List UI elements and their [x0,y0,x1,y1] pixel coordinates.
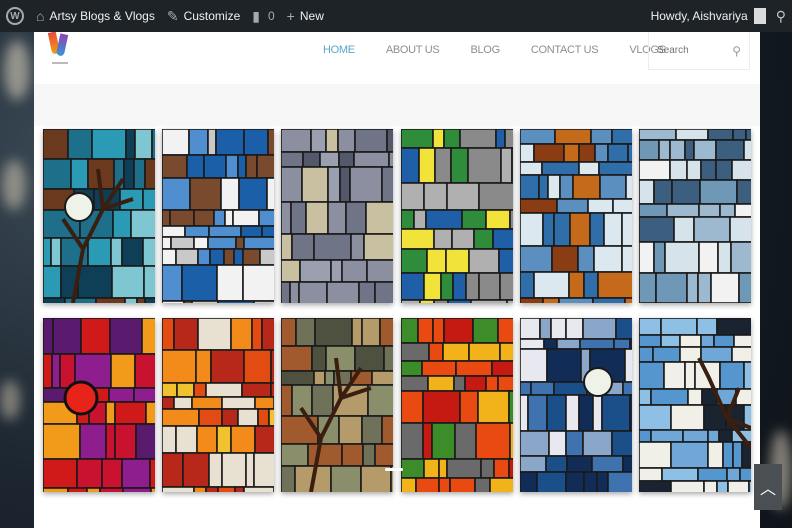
search-box: ⚲ [648,32,750,70]
site-name-label: Artsy Blogs & Vlogs [49,9,155,23]
scroll-to-top-button[interactable]: ︿ [754,464,782,510]
new-label: New [299,9,324,23]
main-nav: HOME ABOUT US BLOG CONTACT US VLOGS [323,44,697,56]
stained-glass-green-yellow-blocks[interactable] [401,129,513,303]
nav-blog[interactable]: BLOG [470,44,500,56]
wordpress-logo-icon[interactable]: W [6,7,24,25]
stained-glass-red-purple-circle[interactable] [43,318,155,492]
site-logo[interactable] [47,31,72,68]
admin-site-name[interactable]: ⌂ Artsy Blogs & Vlogs [36,0,155,32]
stained-glass-moon-tree-teal[interactable] [43,129,155,303]
wp-admin-bar: W ⌂ Artsy Blogs & Vlogs ✎ Customize ▮ 0 … [0,0,792,32]
account-greeting[interactable]: Howdy, Aishvariya [651,9,748,23]
stained-glass-olive-tree[interactable] [281,318,393,492]
admin-comments[interactable]: ▮ 0 [252,0,274,32]
nav-home[interactable]: HOME [323,44,355,56]
home-icon: ⌂ [36,8,45,24]
comments-count: 0 [267,9,275,23]
plus-icon: + [286,8,295,24]
background-bokeh [0,380,20,420]
image-gallery [43,129,751,495]
comment-icon: ▮ [252,7,260,24]
logo-tagline-mark [52,62,68,64]
stained-glass-image [281,129,393,303]
brush-icon: ✎ [166,7,179,24]
chevron-up-icon: ︿ [759,481,776,498]
stained-glass-night-moon-blue[interactable] [520,318,632,492]
stained-glass-image [520,129,632,303]
search-icon[interactable]: ⚲ [732,44,741,58]
customize-label: Customize [183,9,241,23]
search-input[interactable] [657,45,727,56]
admin-search-icon[interactable]: ⚲ [776,8,786,25]
background-bokeh [4,40,30,100]
stained-glass-orange-green-blocks[interactable] [401,318,513,492]
stained-glass-image [281,318,393,492]
stained-glass-sky-branch[interactable] [639,318,751,492]
background-bokeh [2,160,26,210]
avatar[interactable] [753,8,766,24]
stained-glass-image [520,318,632,492]
nav-about-us[interactable]: ABOUT US [386,44,440,56]
stained-glass-image [162,129,274,303]
slider-indicator[interactable] [385,468,403,471]
site-container: HOME ABOUT US BLOG CONTACT US VLOGS ⚲ [34,31,760,528]
stained-glass-image [162,318,274,492]
site-header: HOME ABOUT US BLOG CONTACT US VLOGS ⚲ [34,31,760,84]
admin-new-content[interactable]: + New [287,0,324,32]
nav-contact-us[interactable]: CONTACT US [531,44,599,56]
stained-glass-image [639,318,751,492]
stained-glass-birch-autumn[interactable] [162,318,274,492]
stained-glass-blue-white-blocks[interactable] [162,129,274,303]
stained-glass-image [43,318,155,492]
stained-glass-image [401,318,513,492]
stained-glass-grey-grid[interactable] [281,129,393,303]
logo-hand-shape [55,33,69,57]
stained-glass-image [401,129,513,303]
stained-glass-amber-rain-blue[interactable] [520,129,632,303]
header-band [34,84,760,126]
stained-glass-image [43,129,155,303]
stained-glass-pale-blue-grid[interactable] [639,129,751,303]
admin-customize[interactable]: ✎ Customize [167,0,240,32]
stained-glass-image [639,129,751,303]
